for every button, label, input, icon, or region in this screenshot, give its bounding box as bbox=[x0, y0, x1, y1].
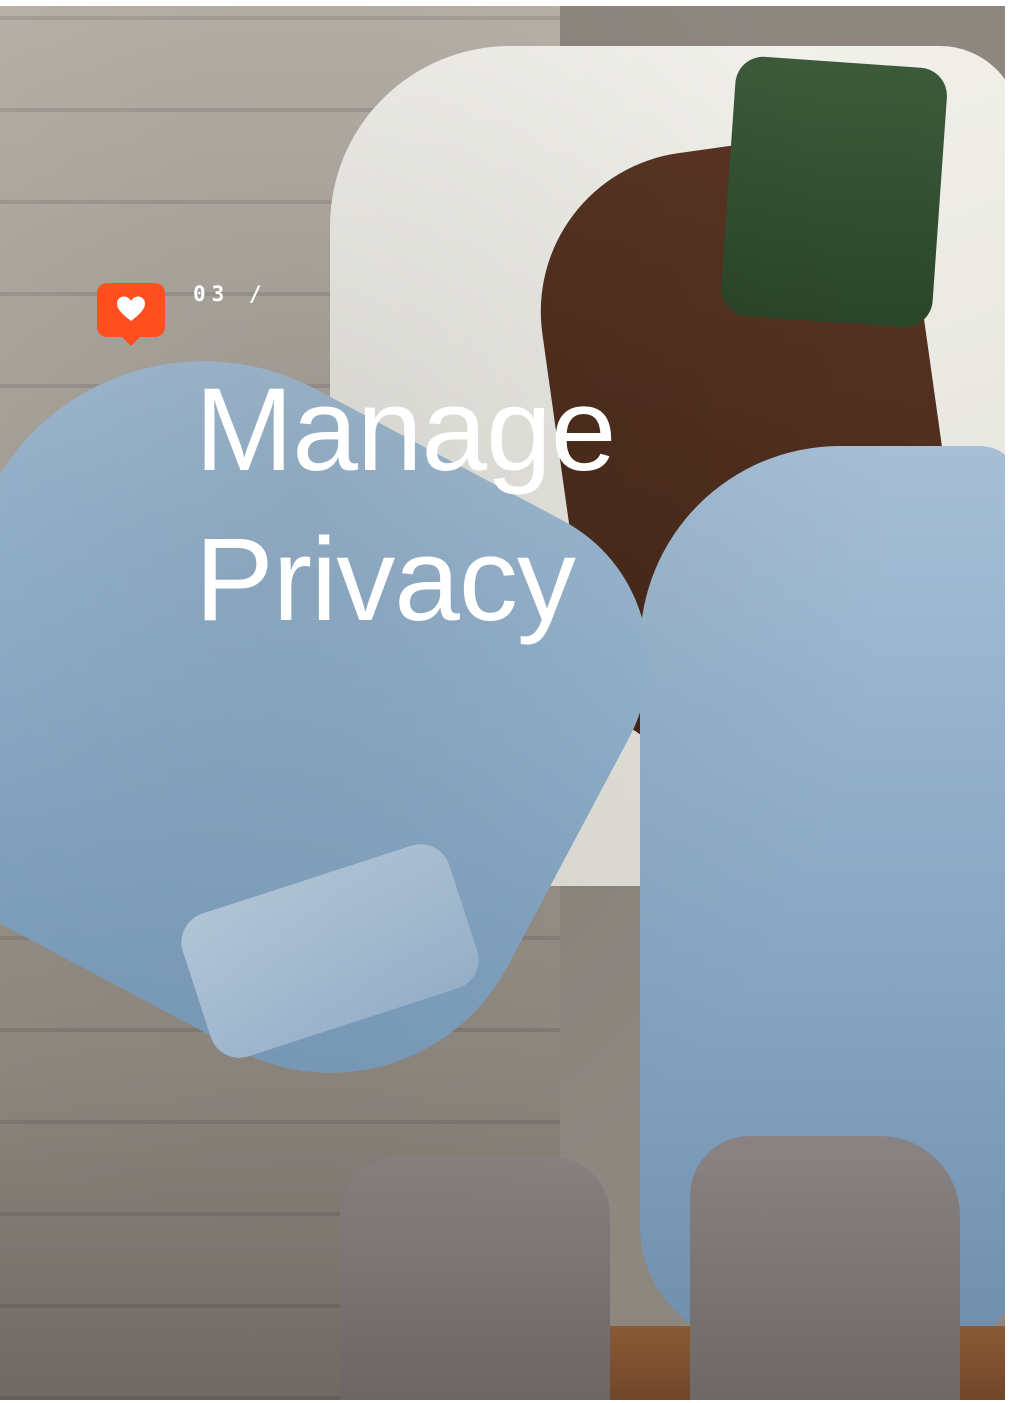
photo-shade bbox=[0, 6, 1005, 1400]
heart-icon bbox=[117, 296, 145, 321]
notification-badge bbox=[97, 283, 165, 346]
page: 03 / Manage Privacy bbox=[0, 0, 1009, 1403]
title-line-2: Privacy bbox=[195, 514, 576, 646]
background-photo bbox=[0, 6, 1005, 1400]
page-title: Manage Privacy bbox=[195, 355, 715, 655]
section-number: 03 / bbox=[193, 282, 268, 306]
title-line-1: Manage bbox=[195, 364, 616, 496]
